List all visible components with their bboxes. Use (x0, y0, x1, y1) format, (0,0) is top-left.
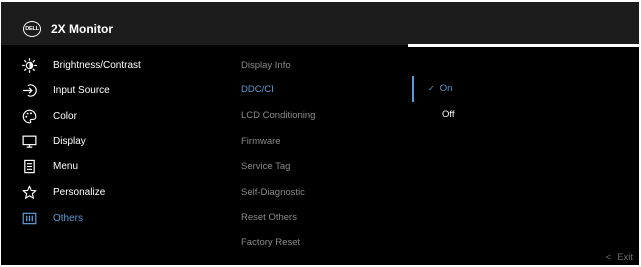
submenu-item-display-info[interactable]: Display Info (241, 58, 291, 74)
option-off[interactable]: Off (442, 107, 455, 123)
menu-item-input-source[interactable]: Input Source (21, 80, 110, 100)
option-on-label: On (439, 83, 453, 94)
menu-item-color[interactable]: Color (21, 106, 77, 126)
submenu-item-ddc-ci[interactable]: DDC/CI (241, 82, 274, 98)
submenu-item-lcd-conditioning[interactable]: LCD Conditioning (241, 108, 315, 124)
menu-item-display[interactable]: Display (21, 131, 86, 151)
checkmark-icon: ✓ (428, 84, 435, 93)
option-selection-indicator (412, 76, 414, 102)
submenu-item-firmware[interactable]: Firmware (241, 134, 281, 150)
back-arrow-icon: < (605, 252, 612, 263)
menu-item-menu[interactable]: Menu (21, 156, 78, 176)
menu-item-brightness-contrast[interactable]: Brightness/Contrast (21, 55, 141, 75)
exit-button[interactable]: < Exit (606, 252, 633, 264)
menu-list-icon (21, 158, 38, 175)
submenu-item-reset-others[interactable]: Reset Others (241, 210, 297, 226)
color-palette-icon (21, 108, 38, 125)
monitor-osd-window: DELL 2X Monitor Brightness/Contrast Inpu… (1, 2, 639, 265)
menu-item-label: Menu (53, 160, 79, 172)
option-on[interactable]: ✓ On (428, 81, 452, 97)
menu-item-personalize[interactable]: Personalize (21, 182, 105, 202)
monitor-model-title: 2X Monitor (51, 22, 113, 36)
display-monitor-icon (21, 133, 38, 150)
osd-header: DELL 2X Monitor (1, 2, 639, 45)
menu-item-label: Color (53, 110, 77, 122)
submenu-item-self-diagnostic[interactable]: Self-Diagnostic (241, 185, 305, 201)
dell-logo: DELL (23, 21, 41, 37)
input-source-icon (21, 82, 38, 99)
menu-item-label: Personalize (53, 186, 106, 198)
others-icon (21, 210, 38, 227)
menu-item-others[interactable]: Others (21, 208, 83, 228)
submenu-item-service-tag[interactable]: Service Tag (241, 159, 290, 175)
menu-item-label: Brightness/Contrast (53, 59, 141, 71)
brightness-icon (21, 57, 38, 74)
menu-item-label: Display (53, 135, 86, 147)
menu-item-label: Input Source (53, 84, 110, 96)
header-underline-bar (408, 44, 639, 47)
star-icon (21, 184, 38, 201)
exit-label: Exit (617, 252, 633, 263)
option-off-label: Off (442, 109, 455, 120)
menu-item-label: Others (53, 212, 84, 224)
submenu-item-factory-reset[interactable]: Factory Reset (241, 235, 300, 251)
